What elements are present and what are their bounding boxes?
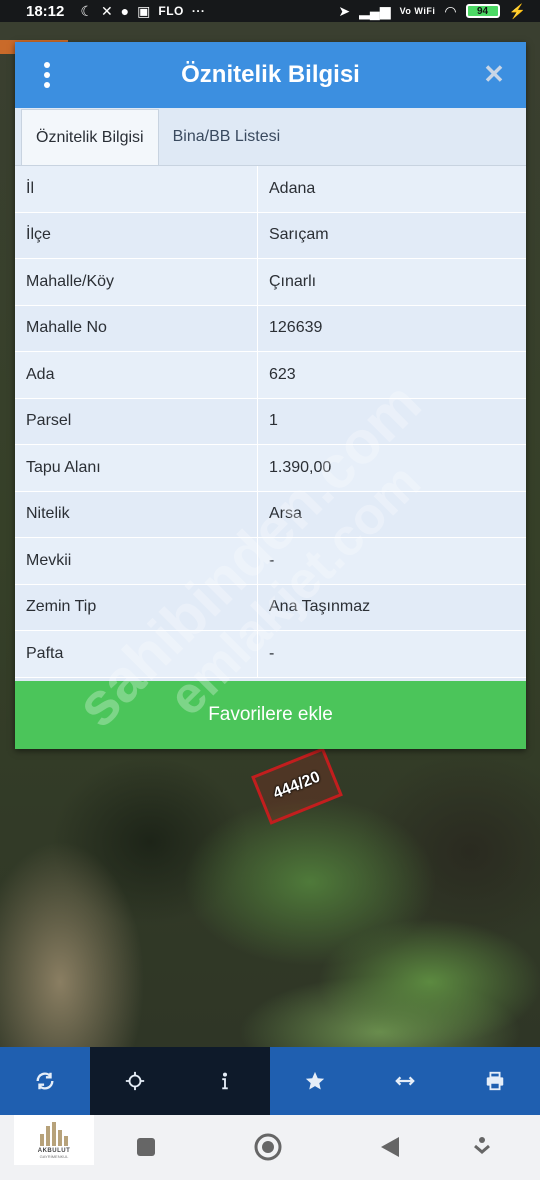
wifi-icon: ◠ bbox=[444, 3, 457, 19]
table-row: Zemin Tip Ana Taşınmaz bbox=[15, 584, 526, 631]
refresh-button[interactable] bbox=[0, 1047, 90, 1115]
row-key: Mahalle No bbox=[15, 305, 258, 351]
carrier-text: FLO bbox=[158, 4, 184, 18]
row-value: - bbox=[269, 644, 275, 662]
row-value: Arsa bbox=[269, 505, 302, 523]
row-key: Ada bbox=[15, 352, 258, 398]
info-icon bbox=[222, 1072, 228, 1090]
crosshair-icon bbox=[125, 1071, 145, 1091]
home-circle-icon bbox=[254, 1133, 282, 1161]
attribute-dialog: Öznitelik Bilgisi ✕ Öznitelik Bilgisi Bi… bbox=[15, 42, 526, 749]
back-triangle-icon bbox=[381, 1137, 399, 1157]
row-key: Mevkii bbox=[15, 538, 258, 584]
row-value: 1.390,00 bbox=[269, 458, 332, 476]
moon-icon: ☾ bbox=[80, 3, 93, 19]
table-row: Tapu Alanı 1.390,00 bbox=[15, 445, 526, 492]
table-row: Ada 623 bbox=[15, 352, 526, 399]
back-button[interactable] bbox=[372, 1129, 408, 1165]
dialog-tabs: Öznitelik Bilgisi Bina/BB Listesi bbox=[15, 108, 526, 166]
dialog-header: Öznitelik Bilgisi ✕ bbox=[15, 42, 526, 108]
logo-building-icon bbox=[40, 1121, 68, 1146]
location-icon: ➤ bbox=[338, 3, 351, 19]
logo-subtitle: GAYRİMENKUL bbox=[39, 1153, 69, 1159]
table-row: Parsel 1 bbox=[15, 398, 526, 445]
row-key: İlçe bbox=[15, 212, 258, 258]
status-bar: 18:12 ☾ ✕ ● ▣ FLO ··· ➤ ▂▄▆ Vo WiFi ◠ 94… bbox=[0, 0, 540, 22]
message-icon: ● bbox=[120, 3, 130, 19]
attribute-table: İl Adana İlçe Sarıçam Mahalle/Köy Çınarlı M… bbox=[15, 166, 526, 678]
row-value: Adana bbox=[269, 179, 316, 197]
row-value: Ana Taşınmaz bbox=[269, 598, 371, 616]
row-value: 623 bbox=[269, 365, 296, 383]
square-icon bbox=[137, 1138, 155, 1156]
table-row: İlçe Sarıçam bbox=[15, 212, 526, 259]
row-key: Parsel bbox=[15, 398, 258, 444]
print-button[interactable] bbox=[450, 1047, 540, 1115]
tab-building-list[interactable]: Bina/BB Listesi bbox=[159, 109, 295, 165]
table-row: Mahalle/Köy Çınarlı bbox=[15, 259, 526, 306]
row-key: Mahalle/Köy bbox=[15, 259, 258, 305]
parcel-polygon[interactable]: 444/20 bbox=[251, 747, 343, 825]
measure-button[interactable] bbox=[360, 1047, 450, 1115]
table-row: Mahalle No 126639 bbox=[15, 305, 526, 352]
vowifi-text: Vo WiFi bbox=[399, 6, 436, 16]
tab-attribute-info[interactable]: Öznitelik Bilgisi bbox=[21, 109, 159, 165]
row-value: Çınarlı bbox=[269, 272, 317, 290]
add-favorites-button[interactable]: Favorilere ekle bbox=[15, 681, 526, 749]
more-vert-icon[interactable] bbox=[39, 62, 55, 88]
row-key: Tapu Alanı bbox=[15, 445, 258, 491]
dialog-title: Öznitelik Bilgisi bbox=[181, 61, 360, 88]
row-value: - bbox=[269, 551, 275, 569]
table-row: İl Adana bbox=[15, 166, 526, 213]
more-dots: ··· bbox=[191, 4, 206, 18]
map-toolbar bbox=[0, 1047, 540, 1115]
row-key: Nitelik bbox=[15, 491, 258, 537]
table-row: Pafta - bbox=[15, 631, 526, 678]
favorites-button[interactable] bbox=[270, 1047, 360, 1115]
table-row: Nitelik Arsa bbox=[15, 491, 526, 538]
system-nav-bar: AKBULUT GAYRİMENKUL bbox=[0, 1115, 540, 1180]
row-value: 126639 bbox=[269, 319, 323, 337]
row-key: Pafta bbox=[15, 631, 258, 677]
refresh-icon bbox=[36, 1072, 54, 1090]
star-icon bbox=[305, 1071, 325, 1090]
status-time: 18:12 bbox=[26, 2, 65, 20]
mute-icon: ✕ bbox=[100, 3, 113, 19]
measure-icon bbox=[395, 1076, 415, 1086]
akbulut-logo: AKBULUT GAYRİMENKUL bbox=[14, 1115, 94, 1165]
screen-icon: ▣ bbox=[137, 3, 151, 19]
row-value: 1 bbox=[269, 412, 278, 430]
close-icon[interactable]: ✕ bbox=[480, 59, 508, 89]
info-button[interactable] bbox=[180, 1047, 270, 1115]
recents-button[interactable] bbox=[128, 1129, 164, 1165]
row-key: Zemin Tip bbox=[15, 584, 258, 630]
parcel-label: 444/20 bbox=[270, 768, 323, 803]
home-button[interactable] bbox=[250, 1129, 286, 1165]
accessibility-button[interactable] bbox=[464, 1129, 500, 1165]
battery-icon: 94 bbox=[465, 4, 500, 18]
row-value: Sarıçam bbox=[269, 226, 329, 244]
signal-icon: ▂▄▆ bbox=[359, 3, 391, 19]
print-icon bbox=[486, 1071, 504, 1091]
locate-button[interactable] bbox=[90, 1047, 180, 1115]
charging-icon: ⚡ bbox=[508, 3, 526, 19]
accessibility-icon bbox=[474, 1137, 490, 1154]
row-key: İl bbox=[15, 166, 258, 212]
table-row: Mevkii - bbox=[15, 538, 526, 585]
